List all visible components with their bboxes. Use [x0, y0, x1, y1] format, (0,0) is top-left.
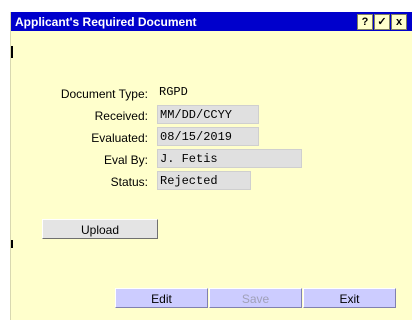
evaluated-field[interactable]: 08/15/2019	[157, 127, 259, 146]
document-type-label: Document Type:	[60, 87, 148, 101]
title-bar: Applicant's Required Document ? ✓ x	[11, 12, 412, 31]
upload-button[interactable]: Upload	[42, 219, 158, 239]
eval-by-label: Eval By:	[103, 153, 148, 167]
window-title: Applicant's Required Document	[15, 15, 197, 29]
exit-button[interactable]: Exit	[303, 288, 396, 308]
save-button: Save	[209, 288, 302, 308]
evaluated-label: Evaluated:	[91, 131, 148, 145]
received-label: Received:	[94, 109, 148, 123]
document-type-value: RGPD	[159, 85, 188, 99]
help-button[interactable]: ?	[357, 14, 373, 30]
ok-checkmark-button[interactable]: ✓	[374, 14, 390, 30]
close-button[interactable]: x	[391, 14, 407, 30]
edit-button[interactable]: Edit	[115, 288, 208, 308]
document-window: Applicant's Required Document ? ✓ x Docu…	[10, 12, 412, 320]
eval-by-field[interactable]: J. Fetis	[157, 149, 302, 168]
status-field[interactable]: Rejected	[157, 171, 251, 190]
left-edge-mark	[11, 240, 13, 248]
status-label: Status:	[110, 175, 148, 189]
received-field[interactable]: MM/DD/CCYY	[157, 105, 259, 124]
left-edge-mark	[11, 46, 13, 58]
